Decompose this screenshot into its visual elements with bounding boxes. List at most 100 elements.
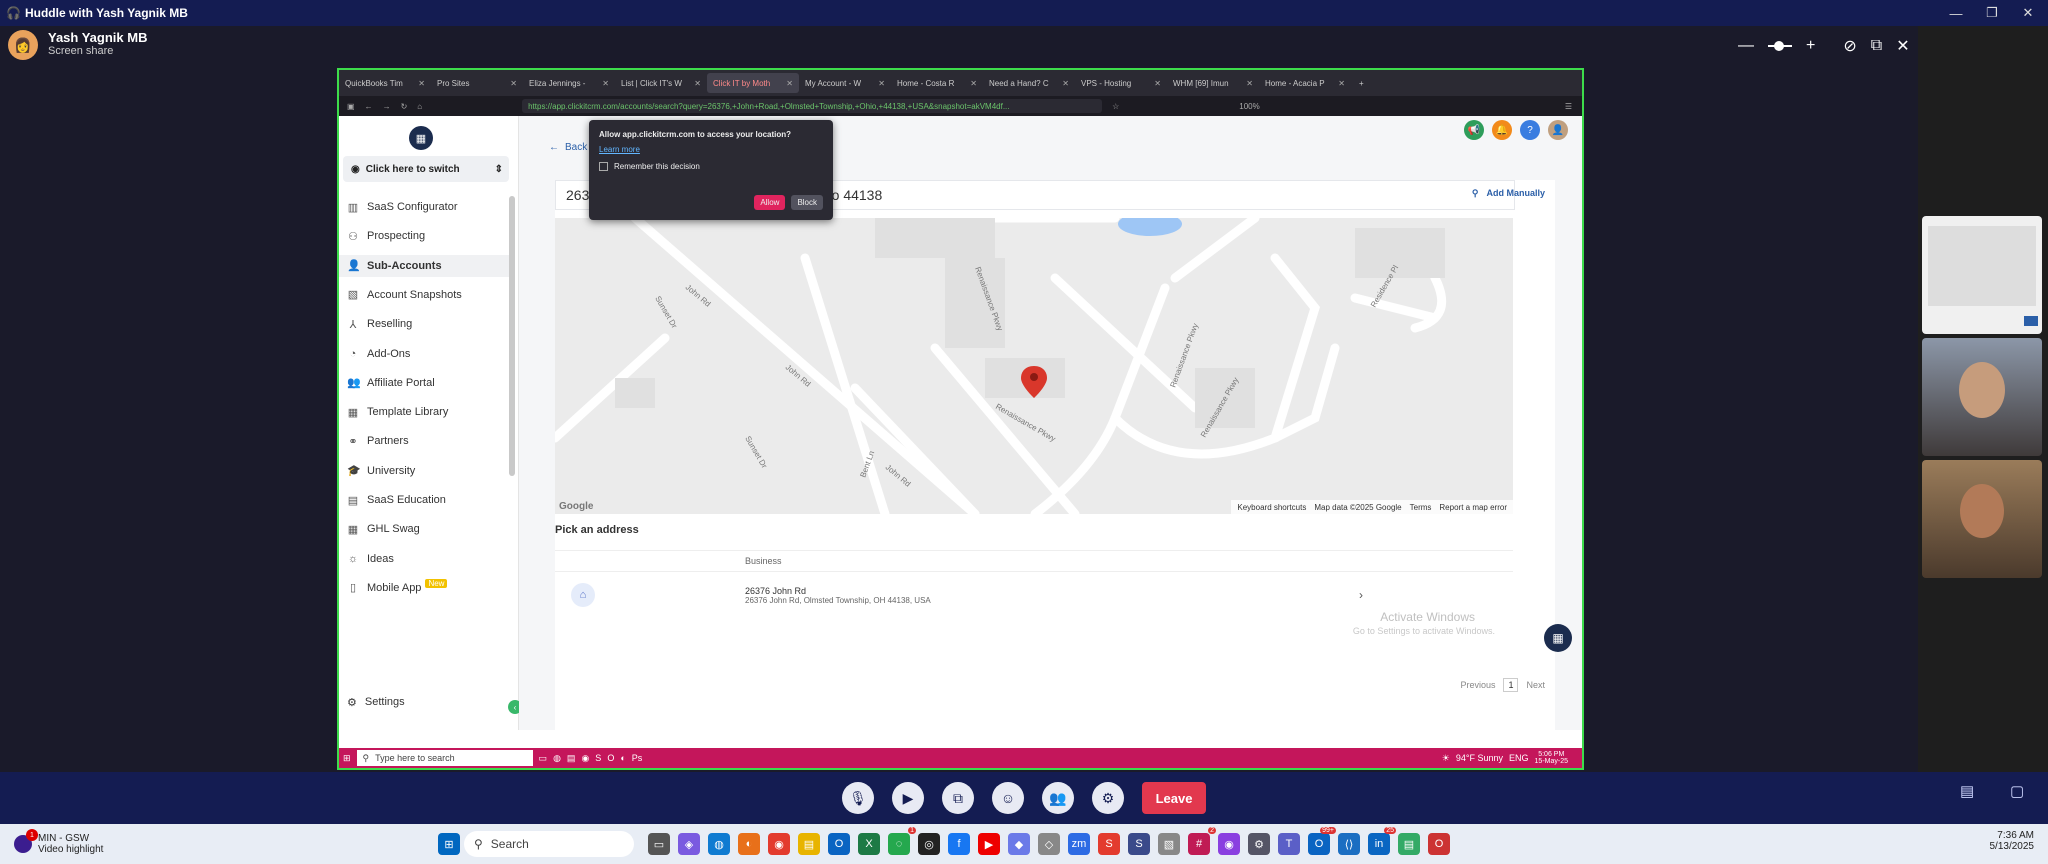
explorer-icon[interactable]: ▤ (798, 833, 820, 855)
task-view-icon[interactable]: ▭ (648, 833, 670, 855)
vscode-icon[interactable]: ⟨⟩ (1338, 833, 1360, 855)
zoom-icon[interactable]: zm (1068, 833, 1090, 855)
extensions-icon[interactable]: ☰ (1565, 102, 1572, 111)
copilot-icon[interactable]: ◈ (678, 833, 700, 855)
zoom-slider[interactable] (1768, 41, 1792, 51)
browser-tab[interactable]: Home - Acacia P ✕ (1259, 73, 1351, 93)
allow-button[interactable]: Allow (754, 195, 786, 210)
close-tab-icon[interactable]: ✕ (1154, 79, 1161, 88)
participant-video[interactable] (1922, 338, 2042, 456)
sidebar-scrollbar[interactable] (508, 196, 516, 716)
back-icon[interactable]: ← (365, 102, 373, 111)
maximize-icon[interactable]: ❐ (1974, 0, 2010, 26)
sidebar-item-ideas[interactable]: ☼ Ideas (347, 548, 507, 570)
sidebar-item-university[interactable]: 🎓 University (347, 460, 507, 482)
slack-icon[interactable]: #2 (1188, 827, 1216, 855)
browser-tab[interactable]: WHM [69] Imun ✕ (1167, 73, 1259, 93)
outlook-icon[interactable]: O (828, 833, 850, 855)
outlook-icon[interactable]: O (607, 753, 614, 763)
youtube-icon[interactable]: ▶ (978, 833, 1000, 855)
browser-tab[interactable]: My Account - W ✕ (799, 73, 891, 93)
notes-icon[interactable]: ▤ (1960, 782, 1974, 800)
sidebar-item-template-library[interactable]: ▦ Template Library (347, 401, 507, 423)
sidebar-item-sub-accounts[interactable]: 👤 Sub-Accounts (339, 254, 509, 277)
edge-icon[interactable]: ◍ (553, 753, 561, 764)
add-manually[interactable]: ⚲ Add Manually (1472, 188, 1545, 199)
app-icon[interactable]: ▧ (1158, 833, 1180, 855)
sidebar-item-reselling[interactable]: ⅄ Reselling (347, 313, 507, 335)
map-footer-link[interactable]: Report a map error (1439, 503, 1507, 512)
sidebar-item-affiliate-portal[interactable]: 👥 Affiliate Portal (347, 372, 507, 394)
excel-icon[interactable]: X (858, 833, 880, 855)
zoom-in-icon[interactable]: + (1806, 37, 1815, 55)
prev-page-button[interactable]: Previous (1460, 680, 1495, 690)
close-tab-icon[interactable]: ✕ (1246, 79, 1253, 88)
facebook-icon[interactable]: f (948, 833, 970, 855)
photoshop-icon[interactable]: Ps (632, 753, 643, 763)
sidebar-item-account-snapshots[interactable]: ▧ Account Snapshots (347, 284, 507, 306)
camera-icon[interactable]: ▶ (892, 782, 924, 814)
browser-tab[interactable]: Pro Sites ✕ (431, 73, 523, 93)
map[interactable]: John Rd John Rd John Rd Sunset Dr Sunset… (555, 218, 1513, 514)
outlook-icon[interactable]: O 99+ (1308, 827, 1336, 855)
explorer-icon[interactable]: ▤ (567, 753, 576, 764)
sidebar-item-add-ons[interactable]: ◔ Add-Ons (347, 343, 507, 365)
close-tab-icon[interactable]: ✕ (878, 79, 885, 88)
browser-tab[interactable]: VPS - Hosting ✕ (1075, 73, 1167, 93)
close-tab-icon[interactable]: ✕ (694, 79, 701, 88)
close-icon[interactable]: ✕ (2010, 0, 2046, 26)
scribe-icon[interactable]: S (1098, 833, 1120, 855)
browser-tab[interactable]: Click IT by Moth ✕ (707, 73, 799, 93)
pointer-off-icon[interactable]: ⊘ (1843, 36, 1856, 56)
notepad-icon[interactable]: ▤ (1398, 833, 1420, 855)
sidebar-item-ghl-swag[interactable]: ▦ GHL Swag (347, 518, 507, 540)
user-avatar[interactable]: 👤 (1548, 120, 1568, 140)
close-tab-icon[interactable]: ✕ (510, 79, 517, 88)
close-tab-icon[interactable]: ✕ (970, 79, 977, 88)
sidebar-toggle-icon[interactable]: ▣ (347, 102, 355, 111)
app-icon[interactable]: ◉ (1218, 833, 1240, 855)
chat-icon[interactable]: ▢ (2010, 782, 2024, 800)
windows-start-icon[interactable]: ⊞ (343, 753, 351, 764)
close-tab-icon[interactable]: ✕ (602, 79, 609, 88)
settings-icon[interactable]: ⚙ (1092, 782, 1124, 814)
app-icon[interactable]: ◇ (1038, 833, 1060, 855)
sidebar-item-partners[interactable]: ⚭ Partners (347, 430, 507, 452)
bell-icon[interactable]: 🔔 (1492, 120, 1512, 140)
windows-start-icon[interactable]: ⊞ (438, 833, 460, 855)
add-people-icon[interactable]: 👥 (1042, 782, 1074, 814)
block-button[interactable]: Block (791, 195, 823, 210)
sidebar-item-mobile-app[interactable]: ▯ Mobile App New (347, 577, 507, 599)
close-tab-icon[interactable]: ✕ (786, 79, 793, 88)
page-number[interactable]: 1 (1503, 678, 1519, 692)
url-field[interactable]: https://app.clickitcrm.com/accounts/sear… (522, 99, 1103, 113)
leave-button[interactable]: Leave (1142, 782, 1206, 814)
table-row[interactable]: ⌂ 26376 John Rd 26376 John Rd, Olmsted T… (555, 572, 1513, 618)
settings-icon[interactable]: ⚙ (1248, 833, 1270, 855)
next-page-button[interactable]: Next (1526, 680, 1545, 690)
firefox-icon[interactable]: ◐ (620, 753, 625, 763)
learn-more-link[interactable]: Learn more (599, 145, 823, 154)
firefox-icon[interactable]: ◐ (738, 833, 760, 855)
emoji-icon[interactable]: ☺ (992, 782, 1024, 814)
taskbar-search[interactable]: ⚲ Search (464, 831, 634, 857)
participant-video[interactable] (1922, 460, 2042, 578)
minimize-icon[interactable]: — (1938, 0, 1974, 26)
chat-widget-button[interactable]: ▦ (1544, 624, 1572, 652)
microphone-icon[interactable]: 🎙 (842, 782, 874, 814)
zoom-level[interactable]: 100% (1239, 102, 1259, 111)
reload-icon[interactable]: ↻ (401, 102, 408, 111)
taskbar-clock[interactable]: 7:36 AM 5/13/2025 (1990, 830, 2035, 852)
browser-tab[interactable]: QuickBooks Tim ✕ (339, 73, 431, 93)
sidebar-item-saas-education[interactable]: ▤ SaaS Education (347, 489, 507, 511)
browser-tab[interactable]: Eliza Jennings - ✕ (523, 73, 615, 93)
linkedin-icon[interactable]: in 25 (1368, 827, 1396, 855)
bookmark-icon[interactable]: ☆ (1112, 102, 1119, 111)
close-tab-icon[interactable]: ✕ (418, 79, 425, 88)
map-footer-link[interactable]: Terms (1410, 503, 1432, 512)
edge-icon[interactable]: ◍ (708, 833, 730, 855)
teams-icon[interactable]: T (1278, 833, 1300, 855)
megaphone-icon[interactable]: 📢 (1464, 120, 1484, 140)
github-icon[interactable]: ◎ (918, 833, 940, 855)
screen-share-icon[interactable]: ⧉ (942, 782, 974, 814)
